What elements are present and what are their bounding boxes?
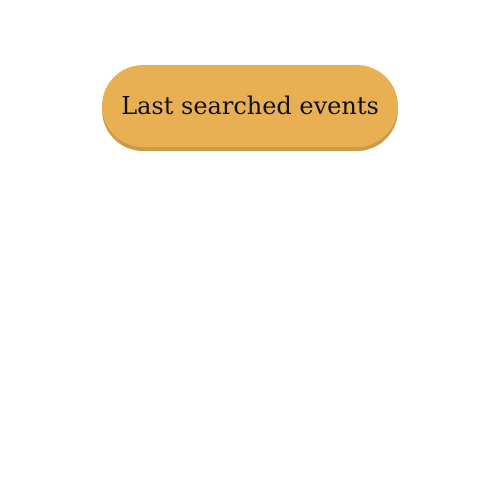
last-searched-events-button[interactable]: Last searched events (102, 65, 398, 147)
button-label: Last searched events (121, 92, 379, 120)
page: Last searched events (0, 0, 500, 500)
